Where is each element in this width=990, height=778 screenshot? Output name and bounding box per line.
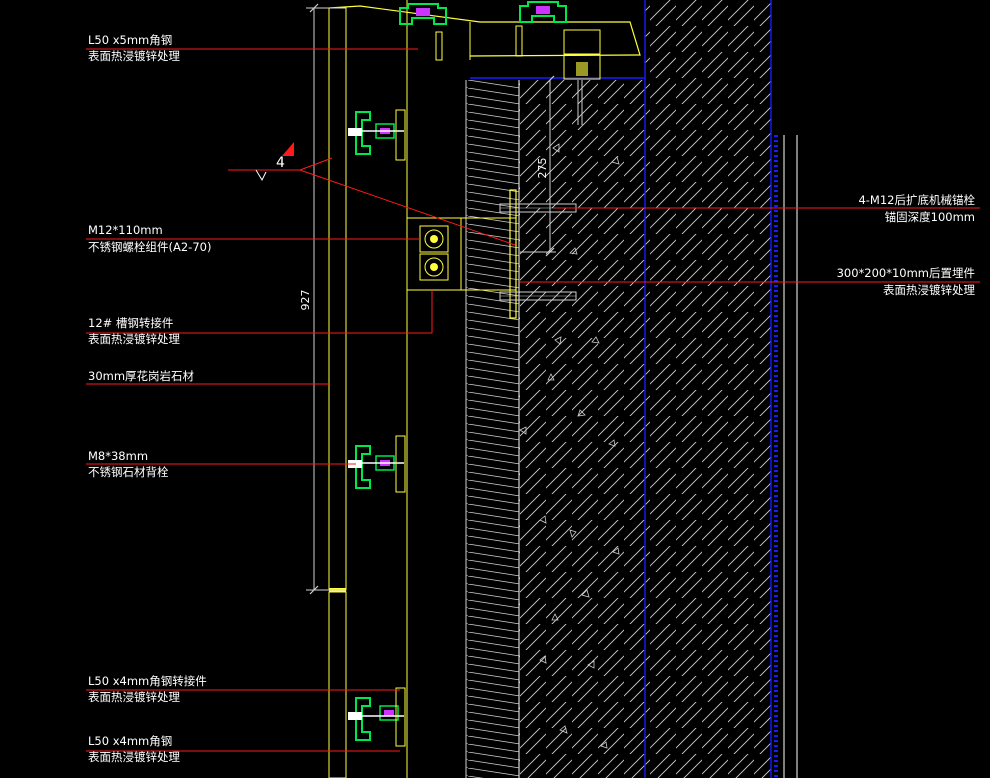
granite-panel [328, 0, 408, 778]
annotation-granite: 30mm厚花岗岩石材 [88, 369, 195, 383]
annotation-line: M8*38mm [88, 449, 148, 463]
insulation-layer [465, 80, 519, 778]
stone-clip-middle [348, 435, 406, 493]
annotation-angle-connector: L50 x4mm角钢转接件 表面热浸镀锌处理 [88, 674, 207, 704]
annotation-angle-steel-top: L50 x5mm角钢 表面热浸镀锌处理 [88, 33, 180, 63]
dim-anchor-spacing-text: 275 [536, 158, 549, 179]
annotation-line: L50 x5mm角钢 [88, 33, 172, 47]
dim-panel-height-text: 927 [299, 290, 312, 311]
annotation-channel-connector: 12# 槽钢转接件 表面热浸镀锌处理 [88, 316, 180, 346]
annotation-line: 12# 槽钢转接件 [88, 316, 173, 330]
annotation-line: 表面热浸镀锌处理 [88, 690, 180, 704]
annotation-line: 表面热浸镀锌处理 [88, 750, 180, 764]
annotation-line: 300*200*10mm后置埋件 [837, 266, 975, 280]
stone-clip-upper [348, 109, 406, 161]
annotation-line: 不锈钢石材背栓 [88, 465, 169, 479]
dimension-panel-height: 927 [299, 3, 346, 595]
annotation-line: L50 x4mm角钢 [88, 734, 172, 748]
annotation-line: M12*110mm [88, 223, 163, 237]
annotation-line: L50 x4mm角钢转接件 [88, 674, 207, 688]
annotation-line: 30mm厚花岗岩石材 [88, 369, 195, 383]
weld-size-text: 4 [276, 155, 285, 171]
interior-finish-layer [774, 135, 798, 778]
annotation-line: 不锈钢螺栓组件(A2-70) [88, 240, 211, 254]
annotation-line: 表面热浸镀锌处理 [88, 332, 180, 346]
annotation-line: 表面热浸镀锌处理 [883, 283, 975, 297]
annotation-line: 锚固深度100mm [885, 210, 975, 224]
annotation-angle-steel-bottom: L50 x4mm角钢 表面热浸镀锌处理 [88, 734, 180, 764]
annotation-line: 表面热浸镀锌处理 [88, 49, 180, 63]
detail-drawing: 927 275 4 L50 x5mm角钢 表面热浸镀锌处理 M12*110mm … [86, 0, 980, 778]
stone-clip-lower [348, 687, 406, 747]
stone-clip-top-right [519, 1, 567, 23]
annotation-line: 4-M12后扩底机械锚栓 [858, 193, 975, 207]
